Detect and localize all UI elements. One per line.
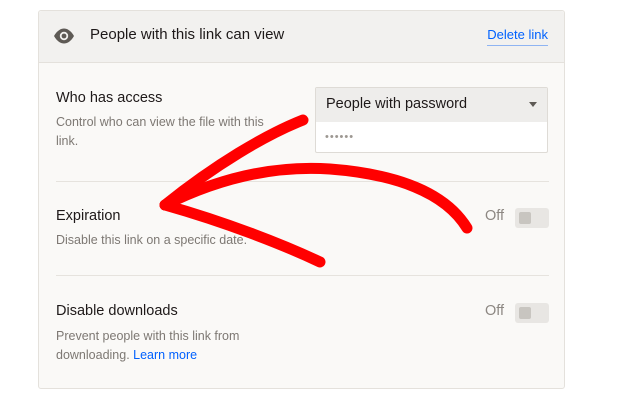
link-settings-panel: People with this link can view Delete li… — [38, 10, 565, 389]
toggle-knob — [519, 212, 531, 224]
disable-downloads-title: Disable downloads — [56, 303, 178, 319]
disable-downloads-description: Prevent people with this link from downl… — [56, 327, 271, 365]
downloads-toggle[interactable] — [515, 303, 549, 323]
panel-header: People with this link can view Delete li… — [39, 11, 564, 63]
expiration-toggle[interactable] — [515, 208, 549, 228]
downloads-toggle-label: Off — [485, 303, 505, 319]
access-select[interactable]: People with password — [316, 88, 547, 122]
learn-more-link[interactable]: Learn more — [133, 348, 197, 362]
header-title: People with this link can view — [90, 26, 285, 43]
chevron-down-icon — [529, 102, 537, 107]
who-has-access-description: Control who can view the file with this … — [56, 115, 264, 148]
eye-icon — [54, 28, 74, 44]
link-settings-screen: People with this link can view Delete li… — [0, 0, 617, 407]
divider — [56, 181, 549, 182]
divider — [56, 275, 549, 276]
password-field[interactable] — [316, 122, 547, 152]
expiration-title: Expiration — [56, 208, 121, 224]
access-select-value: People with password — [326, 96, 468, 112]
expiration-toggle-label: Off — [485, 208, 505, 224]
expiration-description: Disable this link on a specific date. — [56, 233, 248, 247]
access-select-group: People with password — [315, 87, 548, 153]
delete-link-button[interactable]: Delete link — [487, 27, 548, 46]
who-has-access-title: Who has access — [56, 90, 163, 106]
toggle-knob — [519, 307, 531, 319]
